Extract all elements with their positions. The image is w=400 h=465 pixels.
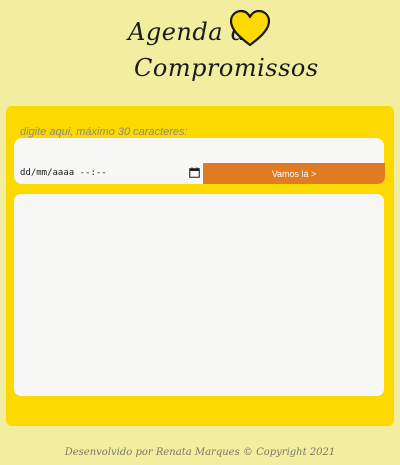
header: Agenda de Compromissos [0,8,400,88]
agenda-card: digite aqui, máximo 30 caracteres: dd/mm… [6,106,394,426]
submit-button[interactable]: Vamos lá > [203,163,385,184]
datetime-value: dd/mm/aaaa --:-- [20,167,107,178]
appointments-list [14,194,384,396]
footer-credit: Desenvolvido por Renata Marques © Copyri… [64,447,336,458]
calendar-icon[interactable] [188,167,200,179]
datetime-input[interactable]: dd/mm/aaaa --:-- [14,161,204,184]
heart-icon [229,9,271,47]
task-input-placeholder[interactable]: digite aqui, máximo 30 caracteres: [20,126,188,138]
page-title-line2: Compromissos [134,54,319,82]
